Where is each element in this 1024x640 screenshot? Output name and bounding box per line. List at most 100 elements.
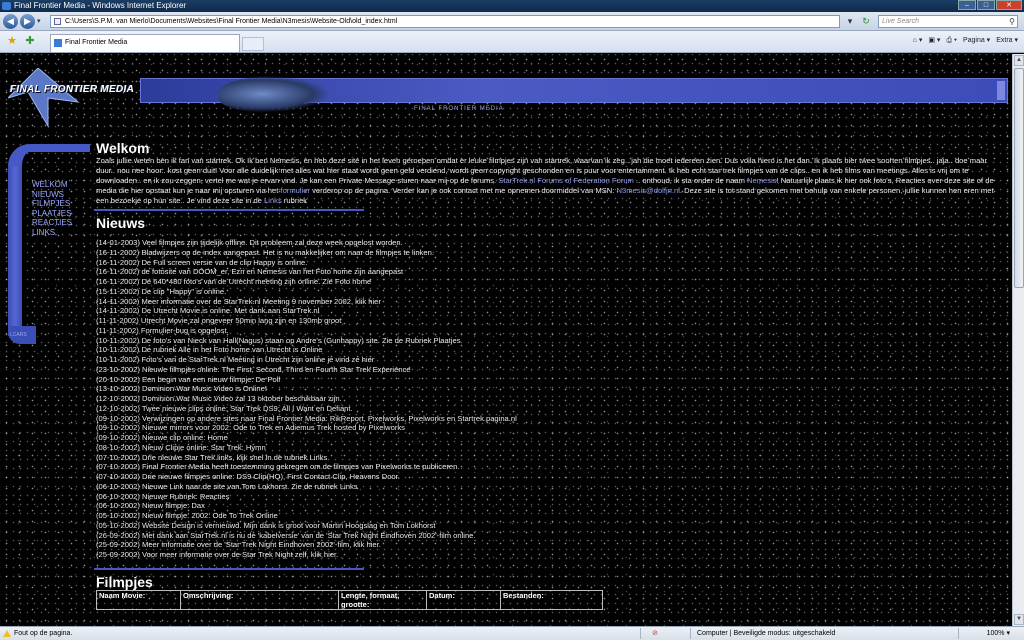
status-bar: Fout op de pagina. ⊘ Computer | Beveilig…: [0, 626, 1024, 640]
favorites-star-icon[interactable]: ★: [6, 35, 18, 47]
maximize-button[interactable]: □: [977, 0, 995, 10]
col-bestanden: Bestanden:: [500, 589, 603, 610]
add-favorites-icon[interactable]: ✚: [24, 35, 36, 47]
nav-filmpjes[interactable]: FILMPJES: [32, 199, 72, 209]
news-item: (16-11-2002) De 640*480 foto's van de Ut…: [96, 277, 372, 286]
ie-icon: [2, 2, 11, 10]
home-icon[interactable]: ⌂ ▾: [913, 35, 923, 47]
news-item: (05-10-2002) Website Design is vernieuwd…: [96, 520, 436, 530]
zoom-level[interactable]: 100% ▾: [987, 627, 1010, 640]
new-tab-button[interactable]: [242, 37, 264, 51]
news-item: (06-10-2002) Nieuwe Rubriek: Reacties: [96, 491, 230, 501]
tab-page-icon: [54, 39, 62, 47]
nieuws-heading: Nieuws: [96, 215, 146, 231]
scroll-thumb[interactable]: [1014, 68, 1024, 288]
protected-mode-icon: ⊘: [652, 630, 658, 637]
news-item: (10-11-2002) Foto's van de StarTrek.nl M…: [96, 355, 375, 364]
close-button[interactable]: ✕: [996, 0, 1022, 10]
news-item: (12-10-2002) Dominion War Music Video za…: [96, 394, 342, 403]
print-icon[interactable]: ⎙ ▾: [946, 35, 957, 47]
address-toolbar: ◀ ▶ ▾ C:\Users\S.P.M. van Mierlo\Documen…: [0, 12, 1024, 31]
nav-links[interactable]: LINKS: [32, 228, 72, 238]
window-titlebar: Final Frontier Media - Windows Internet …: [0, 0, 1024, 12]
table-header-row: Naam Movie: Omschrijving: Lengte, formaa…: [96, 589, 603, 610]
nemesis-link[interactable]: Nemesis: [747, 176, 777, 185]
minimize-button[interactable]: –: [958, 0, 976, 10]
address-dropdown-icon[interactable]: ▾: [843, 15, 857, 28]
forums-link[interactable]: StarTrek.nl Forums of Federation Forum: [498, 176, 634, 185]
starship-graphic: [218, 76, 328, 112]
lcars-frame-bar: [8, 166, 22, 336]
banner-text: FINAL FRONTIER MEDIA: [414, 106, 504, 112]
status-message[interactable]: Fout op de pagina.: [14, 627, 72, 640]
lcars-label: LCARS: [10, 332, 27, 338]
search-input[interactable]: Live Search ⚲: [878, 15, 1018, 28]
search-icon[interactable]: ⚲: [1009, 16, 1015, 27]
history-dropdown-icon[interactable]: ▾: [37, 17, 41, 25]
scroll-up-button[interactable]: ▲: [1014, 55, 1024, 66]
news-item: (05-10-2002) Nieuw filmpje: 2002: Ode To…: [96, 511, 278, 520]
news-item: (26-09-2002) Met dank aan StarTrek.nl is…: [96, 530, 476, 540]
news-item: (09-10-2002) Nieuwe mirrors voor 2002: O…: [96, 423, 405, 433]
tab-final-frontier-media[interactable]: Final Frontier Media: [50, 34, 240, 52]
filmpjes-heading: Filmpjes: [96, 573, 153, 590]
welkom-text: Zoals jullie weten ben ik fan van startr…: [96, 156, 994, 205]
news-item: (14-11-2002) Meer informatie over de Sta…: [96, 296, 381, 306]
feeds-icon[interactable]: ▣ ▾: [928, 35, 940, 47]
back-button[interactable]: ◀: [3, 14, 18, 29]
nav-plaatjes[interactable]: PLAATJES: [32, 209, 72, 219]
vertical-scrollbar[interactable]: ▲ ▼: [1012, 54, 1024, 626]
news-item: (16-11-2002) De Full screen versie van d…: [96, 257, 308, 267]
formulier-link[interactable]: formulier: [280, 186, 310, 195]
news-item: (07-10-2002) Final Frontier Media heeft …: [96, 462, 460, 472]
tab-label: Final Frontier Media: [65, 39, 128, 46]
news-item: (12-10-2002) Twee nieuwe clips online: S…: [96, 403, 353, 413]
news-item: (23-10-2002) Nieuwe filmpjes online: The…: [96, 364, 411, 374]
msn-email-link[interactable]: N3mesis@dolfjn.nl: [616, 186, 679, 195]
main-content: Welkom Zoals jullie weten ben ik fan van…: [94, 140, 1004, 610]
section-divider: [94, 567, 364, 570]
links-rubriek-link[interactable]: Links: [264, 196, 282, 205]
nav-nieuws[interactable]: NIEUWS: [32, 190, 72, 200]
lcars-frame-bottom: LCARS: [8, 326, 36, 344]
security-zone[interactable]: Computer | Beveiligde modus: uitgeschake…: [697, 627, 835, 640]
search-placeholder: Live Search: [882, 18, 919, 25]
refresh-icon[interactable]: ↻: [859, 15, 873, 28]
delta-logo-icon: [7, 67, 80, 128]
address-field[interactable]: C:\Users\S.P.M. van Mierlo\Documents\Web…: [50, 15, 840, 28]
news-item: (06-10-2002) Nieuwe Link naar de site va…: [96, 481, 358, 491]
news-item: (13-10-2002) Dominion War Music Video is…: [96, 384, 267, 394]
tools-menu[interactable]: Extra ▾: [996, 35, 1018, 47]
news-item: (11-11-2002) Utrecht Movie zal ongeveer …: [96, 316, 342, 325]
forward-button[interactable]: ▶: [20, 14, 35, 29]
banner-endcap: [997, 81, 1005, 100]
news-item: (07-10-2002) Drie nieuwe filmpjes online…: [96, 472, 400, 481]
col-datum: Datum:: [426, 589, 501, 610]
scroll-down-button[interactable]: ▼: [1014, 614, 1024, 625]
page-viewport: FINAL FRONTIER MEDIA FINAL FRONTIER MEDI…: [0, 54, 1012, 626]
status-separator: [640, 628, 641, 639]
welkom-heading: Welkom: [96, 140, 150, 156]
site-nav: WELKOM NIEUWS FILMPJES PLAATJES REACTIES…: [32, 180, 72, 238]
news-item: (09-10-2002) Nieuwe clip online: Home: [96, 433, 228, 442]
status-separator: [690, 628, 691, 639]
news-item: (14-11-2002) De Utrecht Movie is online.…: [96, 306, 320, 316]
news-item: (14-01-2003) Veel filmpjes zijn tijdelij…: [96, 238, 403, 247]
section-divider: [94, 209, 364, 211]
news-item: (16-11-2002) Bladwijzers op de index aan…: [96, 247, 434, 257]
news-item: (08-10-2002) Nieuw Clipje online: Star T…: [96, 442, 266, 452]
news-item: (10-11-2002) De foto's van Nieck van Hal…: [96, 335, 461, 345]
news-item: (25-09-2002) Meer informatie over de 'St…: [96, 540, 381, 550]
nav-reacties[interactable]: REACTIES: [32, 218, 72, 228]
nav-welkom[interactable]: WELKOM: [32, 180, 72, 190]
site-logo[interactable]: FINAL FRONTIER MEDIA: [7, 67, 148, 128]
page-menu[interactable]: Pagina ▾: [963, 35, 990, 47]
news-item: (07-10-2002) Drie nieuwe Star Trek links…: [96, 452, 328, 462]
lcars-frame-top: [8, 144, 90, 166]
filmpjes-table: Naam Movie: Omschrijving: Lengte, formaa…: [96, 589, 603, 610]
status-separator: [958, 628, 959, 639]
window-title: Final Frontier Media - Windows Internet …: [14, 1, 187, 10]
news-item: (20-10-2002) Een begin van een nieuw fil…: [96, 374, 281, 384]
news-item: (16-11-2002) de fotosite van DOOM_er, Ez…: [96, 267, 404, 277]
warning-icon[interactable]: [3, 630, 11, 637]
